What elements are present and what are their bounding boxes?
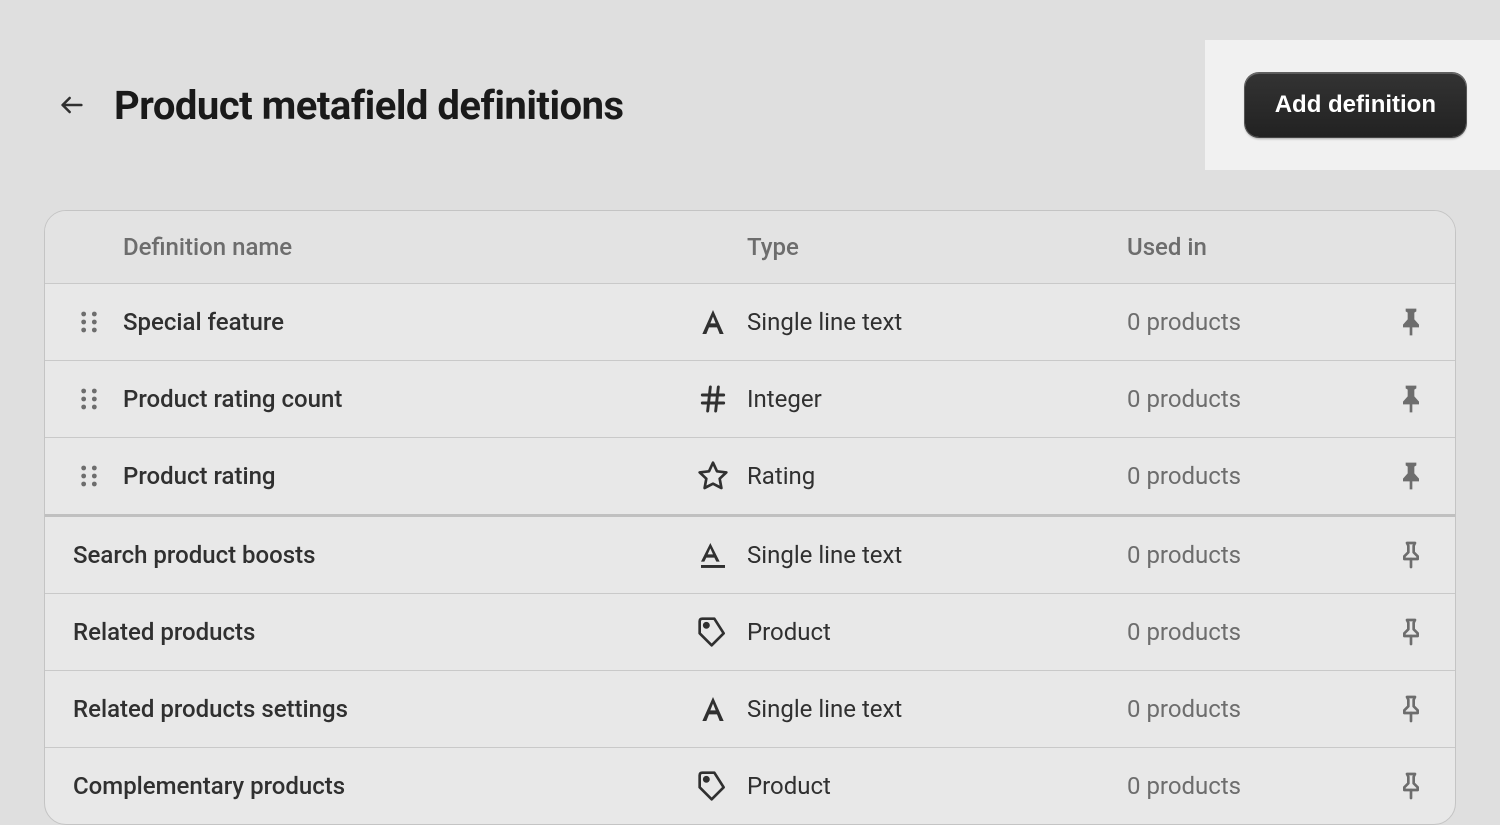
drag-handle-icon[interactable] (73, 306, 123, 338)
table-row[interactable]: Related products Product0 products (45, 594, 1455, 671)
hash-icon (679, 383, 747, 415)
star-icon (679, 460, 747, 492)
pin-filled-icon[interactable] (1367, 460, 1427, 492)
pin-outline-icon[interactable] (1367, 770, 1427, 802)
letter-a-icon (679, 693, 747, 725)
pin-filled-icon[interactable] (1367, 383, 1427, 415)
used-in-count: 0 products (1127, 308, 1367, 336)
table-row[interactable]: Product rating Rating0 products (45, 438, 1455, 517)
definition-name: Product rating count (123, 385, 679, 413)
definition-type: Single line text (747, 695, 1127, 723)
drag-handle-icon[interactable] (73, 460, 123, 492)
tag-icon (679, 616, 747, 648)
definition-name: Product rating (123, 462, 679, 490)
definition-type: Rating (747, 462, 1127, 490)
definition-type: Product (747, 618, 1127, 646)
definition-type: Single line text (747, 308, 1127, 336)
drag-handle-icon[interactable] (73, 383, 123, 415)
pin-outline-icon[interactable] (1367, 616, 1427, 648)
used-in-count: 0 products (1127, 772, 1367, 800)
definitions-table: Definition name Type Used in Special fea… (44, 210, 1456, 825)
pin-outline-icon[interactable] (1367, 539, 1427, 571)
table-row[interactable]: Related products settings Single line te… (45, 671, 1455, 748)
used-in-count: 0 products (1127, 695, 1367, 723)
tag-icon (679, 770, 747, 802)
definition-type: Single line text (747, 541, 1127, 569)
definition-name: Related products (73, 618, 679, 646)
used-in-count: 0 products (1127, 462, 1367, 490)
definition-name: Special feature (123, 308, 679, 336)
column-header-type: Type (747, 233, 1127, 261)
add-definition-button[interactable]: Add definition (1245, 73, 1466, 137)
used-in-count: 0 products (1127, 618, 1367, 646)
column-header-name: Definition name (123, 233, 679, 261)
table-row[interactable]: Product rating count Integer0 products (45, 361, 1455, 438)
definition-type: Integer (747, 385, 1127, 413)
definition-type: Product (747, 772, 1127, 800)
definition-name: Search product boosts (73, 541, 679, 569)
definition-name: Related products settings (73, 695, 679, 723)
table-row[interactable]: Search product boosts Single line text0 … (45, 517, 1455, 594)
pin-outline-icon[interactable] (1367, 693, 1427, 725)
action-bar: Add definition (1205, 40, 1500, 170)
table-row[interactable]: Complementary products Product0 products (45, 748, 1455, 824)
used-in-count: 0 products (1127, 385, 1367, 413)
pin-filled-icon[interactable] (1367, 306, 1427, 338)
letter-a-icon (679, 306, 747, 338)
used-in-count: 0 products (1127, 541, 1367, 569)
page-title: Product metafield definitions (114, 82, 624, 129)
back-arrow-icon[interactable] (58, 91, 86, 119)
table-row[interactable]: Special feature Single line text0 produc… (45, 284, 1455, 361)
definition-name: Complementary products (73, 772, 679, 800)
table-header-row: Definition name Type Used in (45, 211, 1455, 284)
letter-a-line-icon (679, 539, 747, 571)
column-header-used-in: Used in (1127, 233, 1367, 261)
